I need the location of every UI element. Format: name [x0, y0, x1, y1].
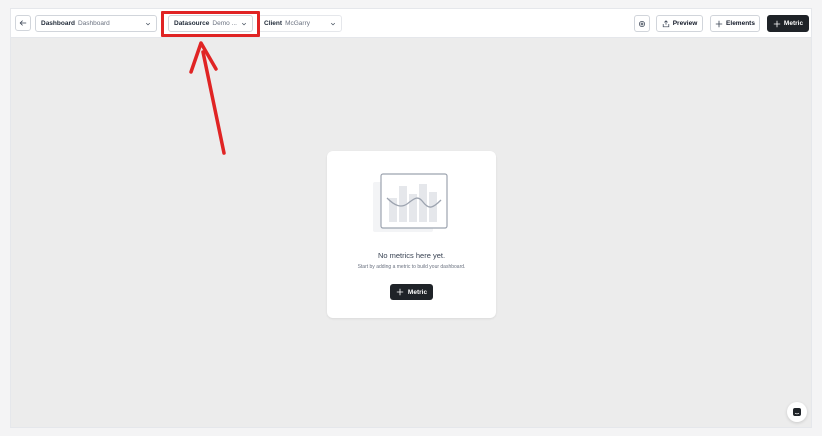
chevron-down-icon — [330, 21, 336, 27]
plus-icon — [773, 20, 781, 27]
empty-state-title: No metrics here yet. — [377, 251, 446, 260]
annotation-highlight-box — [161, 11, 260, 37]
metric-label: Metric — [783, 20, 804, 27]
preview-label: Preview — [672, 20, 698, 27]
app-frame: Dashboard Dashboard Datasource Demo ... … — [10, 8, 812, 428]
preview-button[interactable]: Preview — [656, 15, 703, 32]
share-icon — [662, 19, 669, 27]
back-button[interactable] — [15, 15, 31, 31]
plus-icon — [715, 20, 723, 27]
add-metric-button[interactable]: Metric — [767, 15, 809, 32]
add-elements-button[interactable]: Elements — [710, 15, 760, 32]
empty-state-card: No metrics here yet. Start by adding a m… — [327, 151, 496, 318]
settings-icon — [639, 20, 645, 27]
settings-button[interactable] — [634, 15, 650, 32]
empty-state-add-metric-button[interactable]: Metric — [390, 284, 433, 300]
client-select-value: McGarry — [285, 20, 310, 27]
dashboard-select-value: Dashboard — [77, 20, 110, 27]
chart-illustration-icon — [373, 173, 448, 232]
chevron-down-icon — [145, 21, 151, 27]
arrow-left-icon — [19, 20, 27, 26]
client-select[interactable]: Client McGarry — [258, 15, 342, 32]
empty-state-subtitle: Start by adding a metric to build your d… — [357, 264, 466, 270]
chat-launcher-button[interactable] — [787, 402, 807, 422]
elements-label: Elements — [726, 20, 755, 27]
top-toolbar: Dashboard Dashboard Datasource Demo ... … — [11, 9, 811, 38]
empty-state-button-label: Metric — [407, 288, 428, 296]
dashboard-select-label: Dashboard — [41, 20, 75, 27]
chat-icon — [793, 408, 801, 416]
client-select-label: Client — [264, 20, 283, 27]
plus-icon — [396, 288, 404, 296]
dashboard-select[interactable]: Dashboard Dashboard — [35, 15, 157, 32]
